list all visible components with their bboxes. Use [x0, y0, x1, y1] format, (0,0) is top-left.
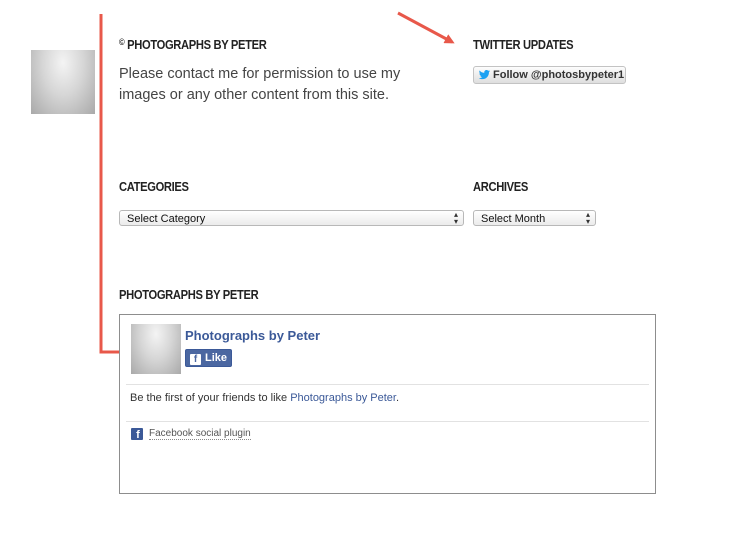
select-arrows-icon: ▴ ▾	[585, 210, 590, 226]
category-select[interactable]: Select Category ▴ ▾	[119, 210, 464, 226]
facebook-social-plugin-link[interactable]: Facebook social plugin	[149, 428, 251, 440]
twitter-bird-icon	[478, 70, 491, 80]
facebook-friends-link[interactable]: Photographs by Peter	[290, 392, 396, 404]
twitter-follow-button[interactable]: Follow @photosbypeter1	[473, 66, 626, 84]
categories-heading: CATEGORIES	[119, 179, 189, 194]
facebook-icon: f	[131, 428, 143, 441]
select-arrows-icon: ▴ ▾	[453, 210, 458, 226]
facebook-page-avatar[interactable]	[131, 324, 181, 374]
copyright-title-text: PHOTOGRAPHS BY PETER	[127, 37, 267, 52]
archive-month-select[interactable]: Select Month ▴ ▾	[473, 210, 596, 226]
category-select-value: Select Category	[127, 213, 206, 225]
facebook-page-name[interactable]: Photographs by Peter	[185, 328, 320, 343]
facebook-like-box: Photographs by Peter f Like Be the first …	[119, 314, 656, 494]
facebook-f-icon: f	[190, 354, 201, 365]
facebook-like-label: Like	[205, 352, 228, 364]
copyright-text: Please contact me for permission to use …	[119, 66, 401, 103]
copyright-title: © PHOTOGRAPHS BY PETER	[119, 37, 267, 52]
twitter-heading: TWITTER UPDATES	[473, 37, 574, 52]
facebook-like-button[interactable]: f Like	[185, 349, 232, 367]
twitter-follow-label: Follow @photosbypeter1	[493, 69, 625, 81]
facebook-friends-suffix: .	[395, 392, 400, 404]
facebook-friends-prefix: Be the first of your friends to like	[130, 392, 291, 404]
annotation-arrow-top	[397, 11, 455, 44]
divider	[126, 421, 649, 422]
copyright-symbol: ©	[119, 37, 125, 47]
archives-heading: ARCHIVES	[473, 179, 529, 194]
divider	[126, 384, 649, 385]
facebook-friends-text: Be the first of your friends to like Pho…	[130, 392, 399, 404]
facebook-widget-heading: PHOTOGRAPHS BY PETER	[119, 287, 259, 302]
archive-select-value: Select Month	[481, 213, 546, 225]
avatar	[31, 50, 95, 114]
